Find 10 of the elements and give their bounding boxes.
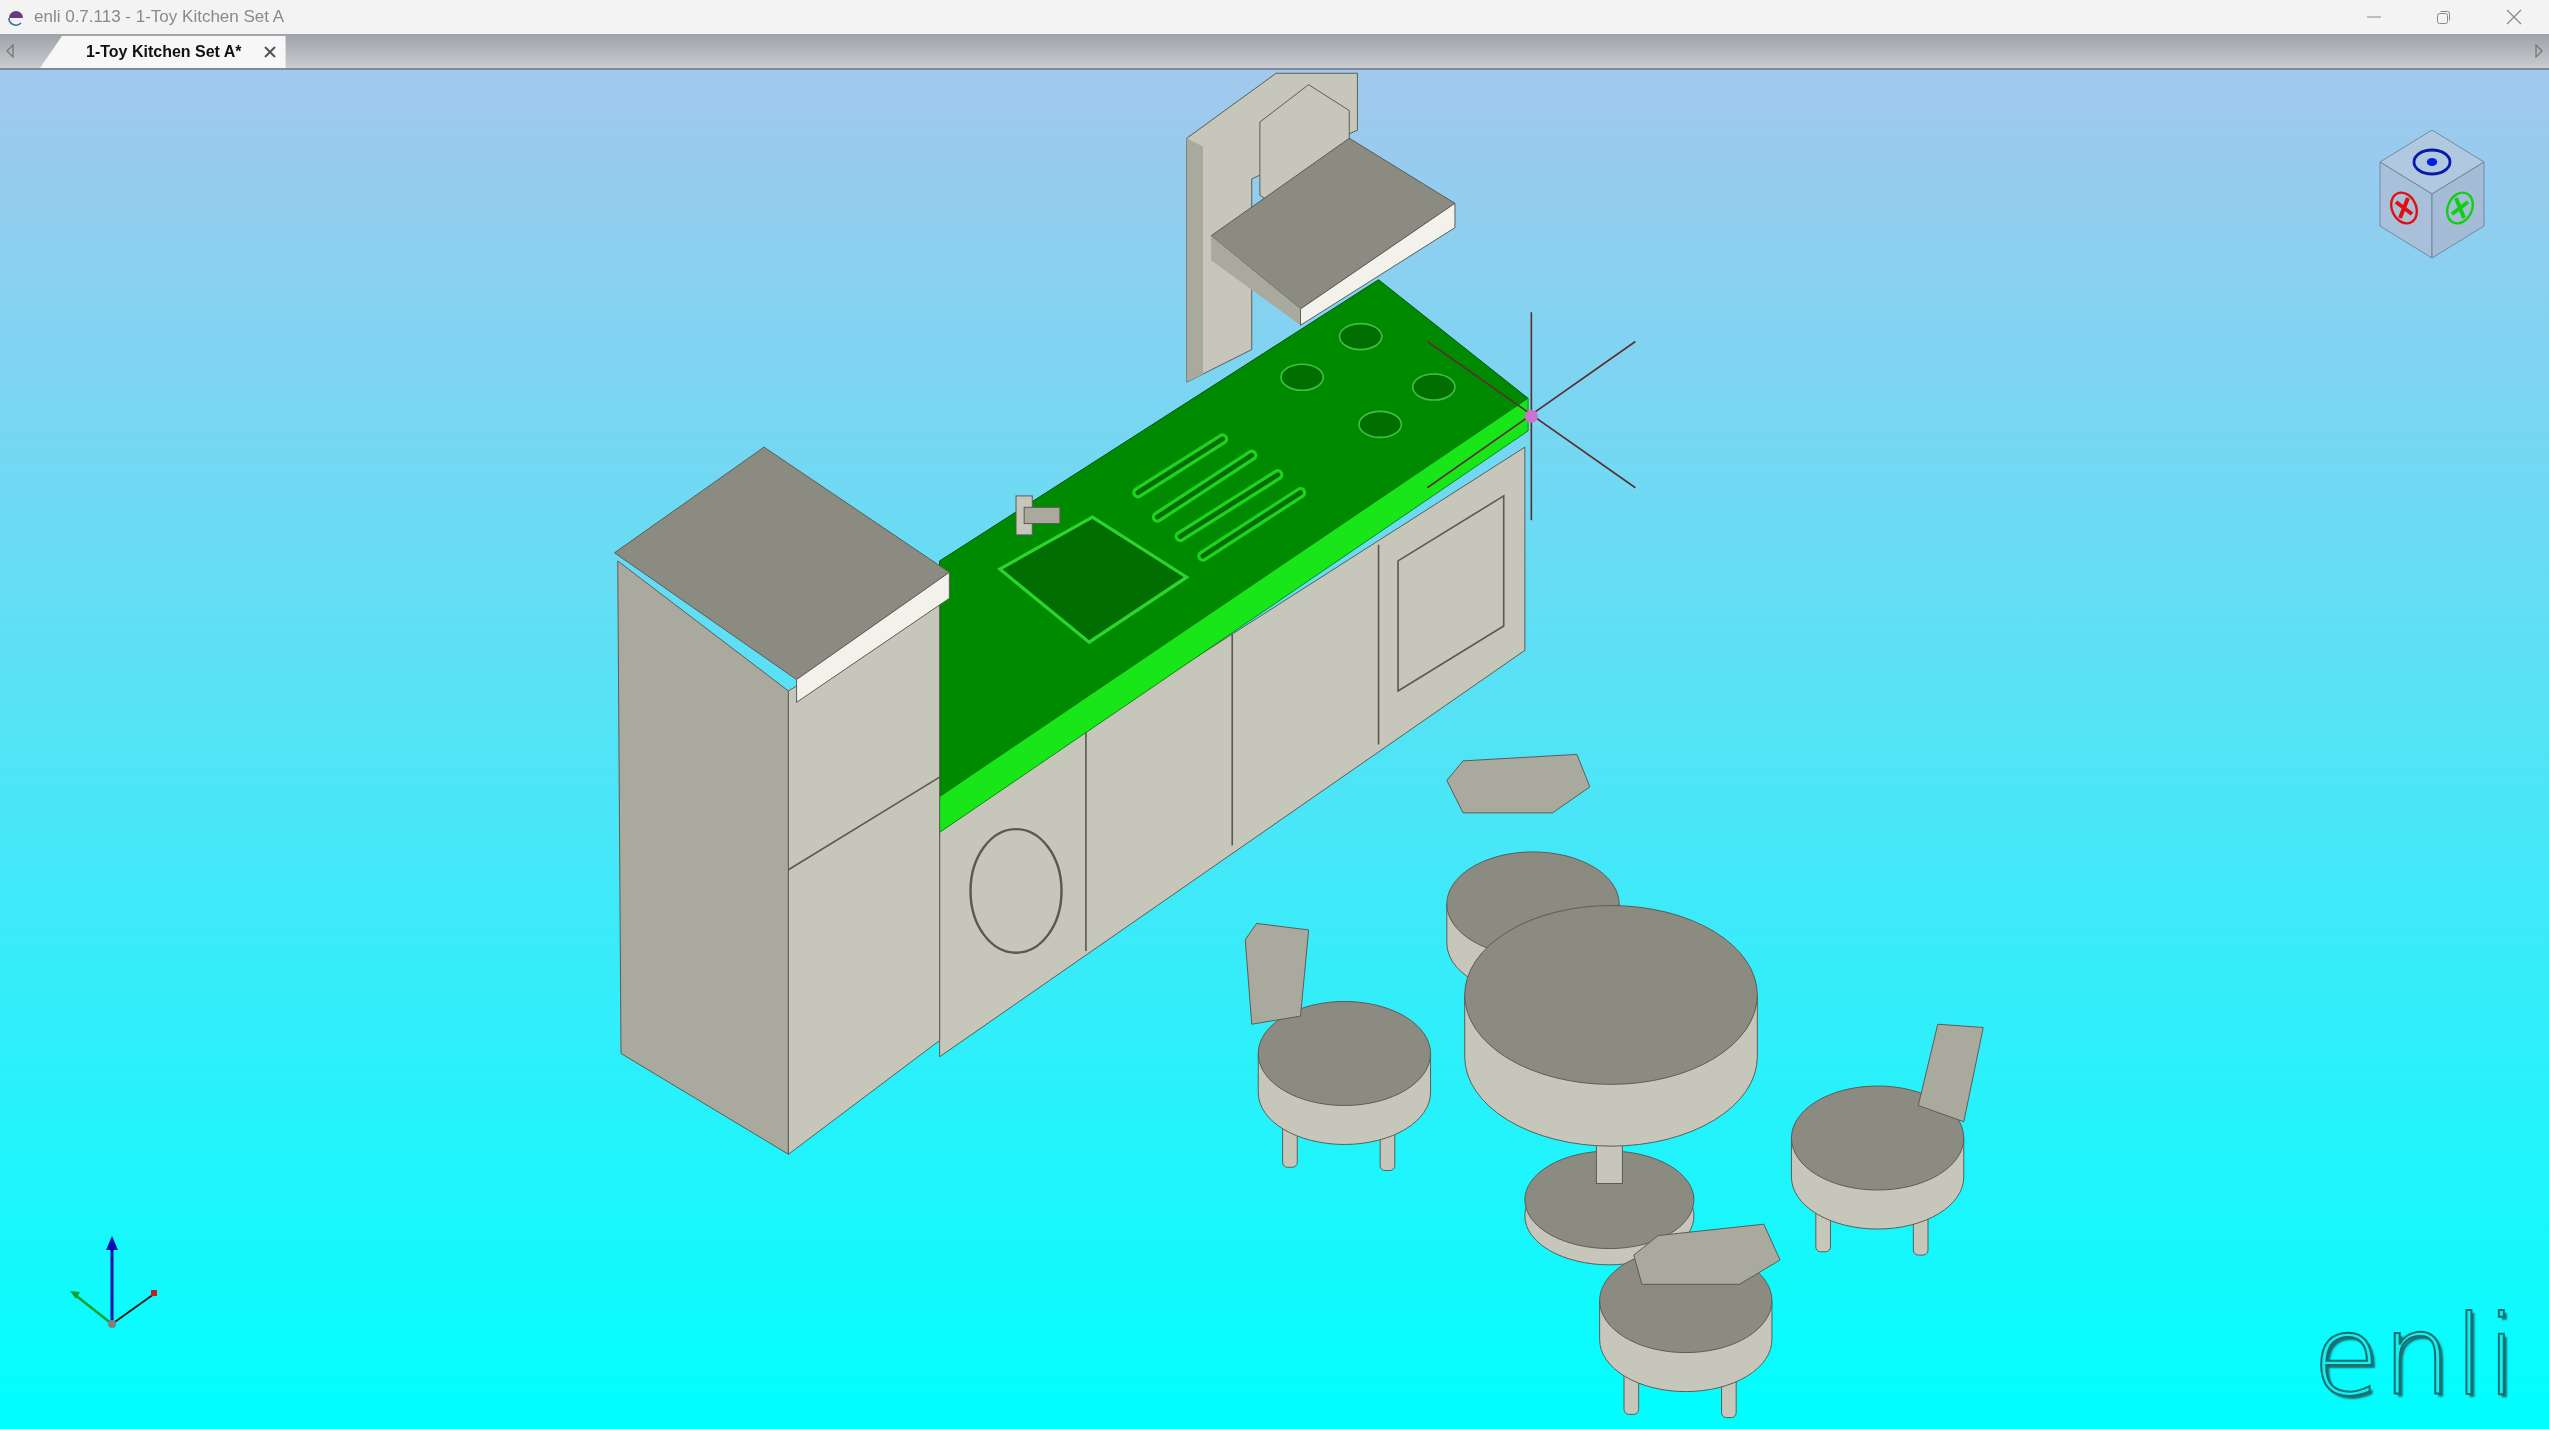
restore-icon: [2436, 9, 2452, 25]
left-triangle-icon: [6, 44, 14, 58]
app-logo: enli: [2312, 1301, 2519, 1411]
minimize-icon: [2366, 16, 2382, 18]
close-icon: [2506, 9, 2522, 25]
close-tab-icon[interactable]: [263, 46, 276, 58]
window-title: enli 0.7.113 - 1-Toy Kitchen Set A: [34, 7, 285, 27]
document-tab[interactable]: 1-Toy Kitchen Set A*: [40, 36, 286, 68]
right-triangle-icon: [2535, 44, 2543, 58]
crosshair-cursor-icon: [1426, 311, 1637, 522]
